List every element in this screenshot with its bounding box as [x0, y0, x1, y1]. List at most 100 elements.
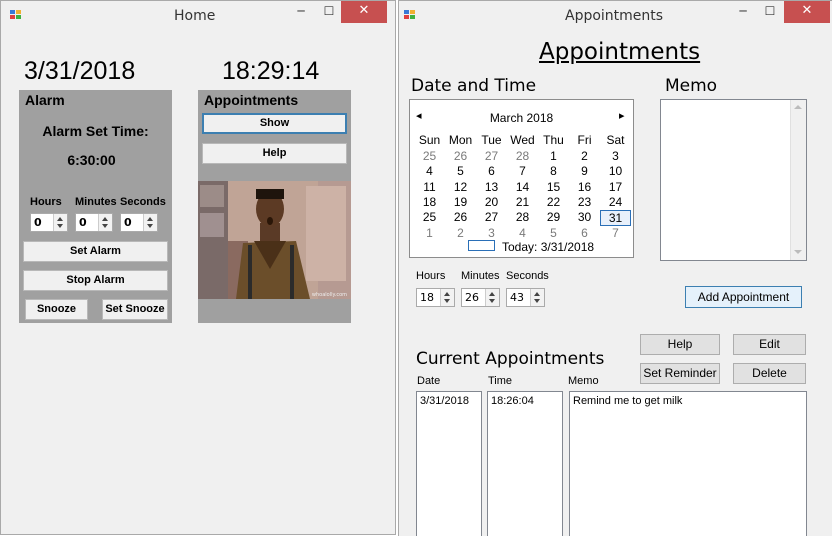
set-snooze-button[interactable]: Set Snooze: [102, 299, 168, 320]
current-appointments-label: Current Appointments: [416, 349, 605, 369]
help-button[interactable]: Help: [202, 143, 347, 164]
month-calendar[interactable]: ◂ March 2018 ▸ Sun Mon Tue Wed Thu Fri Sat 25 2…: [409, 99, 634, 258]
calendar-day[interactable]: 25: [414, 149, 445, 163]
list-item[interactable]: 18:26:04: [491, 395, 534, 407]
help-button[interactable]: Help: [640, 334, 720, 355]
calendar-day[interactable]: 2: [569, 149, 600, 163]
calendar-day[interactable]: 22: [538, 195, 569, 209]
calendar-day[interactable]: 26: [445, 210, 476, 224]
calendar-weekday: Thu: [543, 133, 564, 147]
memo-textbox[interactable]: [660, 99, 807, 261]
maximize-button[interactable]: ☐: [756, 1, 784, 23]
time-listbox[interactable]: 18:26:04: [487, 391, 563, 536]
calendar-next-icon[interactable]: ▸: [619, 109, 625, 122]
calendar-day[interactable]: 7: [507, 164, 538, 178]
calendar-day[interactable]: 28: [507, 210, 538, 224]
calendar-weekday: Sun: [418, 133, 441, 147]
delete-button[interactable]: Delete: [733, 363, 806, 384]
calendar-day[interactable]: 1: [538, 149, 569, 163]
date-column-header: Date: [417, 375, 441, 387]
calendar-day[interactable]: 11: [414, 180, 445, 194]
home-titlebar[interactable]: Home ─ ☐ ✕: [1, 1, 395, 31]
alarm-minutes-stepper[interactable]: 0: [75, 213, 113, 232]
calendar-day[interactable]: 21: [507, 195, 538, 209]
calendar-day[interactable]: 14: [507, 180, 538, 194]
calendar-day[interactable]: 20: [476, 195, 507, 209]
image-caption: whoalolly.com: [311, 292, 347, 298]
scroll-down-icon[interactable]: [794, 250, 802, 254]
stepper-arrows-icon[interactable]: [530, 289, 544, 306]
calendar-day[interactable]: 12: [445, 180, 476, 194]
calendar-day[interactable]: 16: [569, 180, 600, 194]
set-reminder-button[interactable]: Set Reminder: [640, 363, 720, 384]
list-item[interactable]: 3/31/2018: [420, 395, 469, 407]
calendar-day[interactable]: 1: [414, 226, 445, 240]
hours-stepper[interactable]: 18: [416, 288, 455, 307]
calendar-day[interactable]: 23: [569, 195, 600, 209]
home-client-area: 3/31/2018 18:29:14 Alarm Alarm Set Time:…: [8, 31, 386, 526]
set-alarm-button[interactable]: Set Alarm: [23, 241, 168, 262]
calendar-day[interactable]: 28: [507, 149, 538, 163]
calendar-day[interactable]: 24: [600, 195, 631, 209]
minimize-button[interactable]: ─: [287, 1, 315, 23]
calendar-weekday: Tue: [481, 133, 502, 147]
calendar-day[interactable]: 9: [569, 164, 600, 178]
stepper-arrows-icon[interactable]: [485, 289, 499, 306]
stepper-arrows-icon[interactable]: [53, 214, 67, 231]
calendar-day[interactable]: 17: [600, 180, 631, 194]
calendar-day[interactable]: 19: [445, 195, 476, 209]
calendar-day[interactable]: 4: [414, 164, 445, 178]
date-listbox[interactable]: 3/31/2018: [416, 391, 482, 536]
calendar-day[interactable]: 30: [569, 210, 600, 224]
calendar-day[interactable]: 6: [569, 226, 600, 240]
calendar-day[interactable]: 15: [538, 180, 569, 194]
reaction-image-art: [198, 181, 351, 299]
calendar-day-selected[interactable]: 31: [600, 210, 631, 227]
show-button[interactable]: Show: [202, 113, 347, 134]
scroll-up-icon[interactable]: [794, 105, 802, 109]
calendar-month-label[interactable]: March 2018: [410, 111, 633, 125]
calendar-today-label[interactable]: Today: 3/31/2018: [502, 240, 594, 254]
hours-label: Hours: [416, 270, 446, 282]
memo-scrollbar[interactable]: [790, 100, 806, 260]
minutes-stepper[interactable]: 26: [461, 288, 500, 307]
calendar-day[interactable]: 5: [538, 226, 569, 240]
appointments-titlebar[interactable]: Appointments ─ ☐ ✕: [399, 1, 832, 31]
maximize-button[interactable]: ☐: [315, 1, 343, 23]
alarm-minutes-value: 0: [79, 216, 87, 229]
appointments-header: Appointments: [204, 92, 299, 108]
calendar-day[interactable]: 29: [538, 210, 569, 224]
calendar-day[interactable]: 13: [476, 180, 507, 194]
memo-listbox[interactable]: Remind me to get milk: [569, 391, 807, 536]
stepper-arrows-icon[interactable]: [98, 214, 112, 231]
alarm-hours-stepper[interactable]: 0: [30, 213, 68, 232]
seconds-stepper[interactable]: 43: [506, 288, 545, 307]
current-date: 3/31/2018: [24, 57, 136, 85]
minimize-button[interactable]: ─: [729, 1, 757, 23]
stop-alarm-button[interactable]: Stop Alarm: [23, 270, 168, 291]
calendar-day[interactable]: 3: [600, 149, 631, 163]
close-button[interactable]: ✕: [341, 1, 387, 23]
calendar-day[interactable]: 2: [445, 226, 476, 240]
calendar-day[interactable]: 25: [414, 210, 445, 224]
calendar-day[interactable]: 26: [445, 149, 476, 163]
calendar-day[interactable]: 3: [476, 226, 507, 240]
calendar-day[interactable]: 7: [600, 226, 631, 240]
close-button[interactable]: ✕: [784, 1, 830, 23]
calendar-day[interactable]: 6: [476, 164, 507, 178]
stepper-arrows-icon[interactable]: [440, 289, 454, 306]
alarm-seconds-stepper[interactable]: 0: [120, 213, 158, 232]
calendar-day[interactable]: 27: [476, 210, 507, 224]
edit-button[interactable]: Edit: [733, 334, 806, 355]
add-appointment-button[interactable]: Add Appointment: [685, 286, 802, 308]
calendar-day[interactable]: 10: [600, 164, 631, 178]
calendar-day[interactable]: 4: [507, 226, 538, 240]
list-item[interactable]: Remind me to get milk: [573, 395, 682, 407]
calendar-day[interactable]: 5: [445, 164, 476, 178]
calendar-day[interactable]: 27: [476, 149, 507, 163]
current-time: 18:29:14: [222, 57, 320, 85]
calendar-day[interactable]: 8: [538, 164, 569, 178]
snooze-button[interactable]: Snooze: [25, 299, 88, 320]
calendar-day[interactable]: 18: [414, 195, 445, 209]
stepper-arrows-icon[interactable]: [143, 214, 157, 231]
